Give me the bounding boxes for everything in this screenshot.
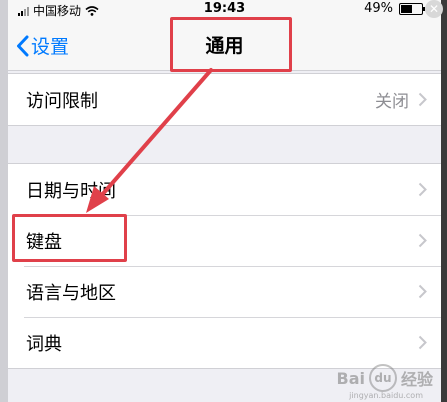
paw-icon: du — [368, 364, 397, 392]
arrow-shaft — [99, 68, 213, 198]
settings-screen: 中国移动 19:43 49% ✕ 设置 通用 访问限制 关闭 日期与时间 键盘 … — [0, 0, 447, 402]
annotation-arrow — [86, 68, 213, 213]
watermark-logo: Bai — [336, 368, 365, 388]
watermark-text: 经验 — [400, 370, 433, 389]
watermark-url: jingyan.baidu.com — [349, 391, 423, 400]
baidu-watermark: Bai du 经验 — [336, 364, 433, 392]
